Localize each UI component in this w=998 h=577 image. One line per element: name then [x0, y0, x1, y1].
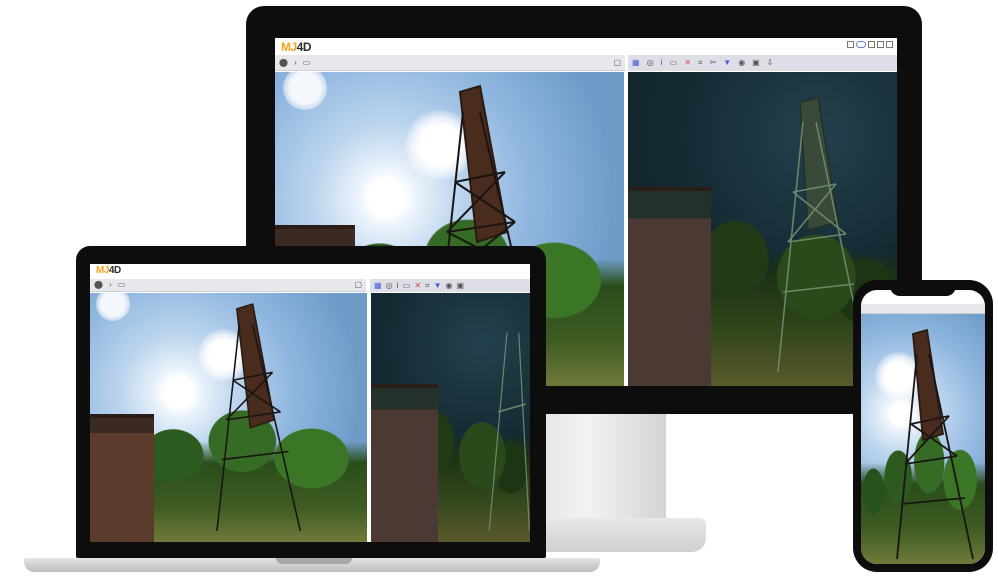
expand-icon[interactable]: ▢ — [354, 281, 362, 289]
target-icon[interactable]: ◎ — [647, 59, 654, 67]
app-logo: MJ4D — [281, 40, 312, 54]
minimize-icon[interactable] — [847, 41, 854, 48]
pin-icon[interactable]: ⬤ — [94, 281, 103, 289]
app-logo: MJ4D — [96, 265, 121, 276]
laptop-notch — [276, 558, 352, 564]
close-icon[interactable]: ✕ — [414, 281, 421, 290]
expand-icon[interactable]: ▢ — [613, 58, 621, 67]
original-photo[interactable] — [861, 314, 985, 564]
logo-text-primary: MJ — [281, 40, 297, 54]
ruler-icon[interactable]: ▭ — [403, 281, 411, 290]
scissors-icon[interactable]: ✂ — [710, 59, 717, 67]
eye-icon[interactable]: ◉ — [738, 59, 745, 67]
crop-icon[interactable]: ⌗ — [425, 281, 430, 290]
drop-icon[interactable]: ▼ — [434, 281, 442, 290]
logo-text-primary: MJ — [96, 265, 109, 276]
right-toolbar: ▦ ◎ ⅰ ▭ ✕ ⌗ ▼ ◉ ▣ — [370, 279, 530, 292]
window-controls — [847, 41, 893, 48]
dark-fire-tower — [488, 332, 530, 531]
arrow-icon[interactable]: › — [109, 281, 112, 289]
left-toolbar: ⬤ › ▭ ▢ — [90, 279, 366, 292]
original-photo[interactable] — [90, 293, 367, 542]
close-icon[interactable]: ✕ — [684, 59, 691, 67]
logo-text-secondary: 4D — [108, 265, 121, 276]
processed-photo[interactable] — [371, 293, 530, 542]
fire-tower — [896, 328, 974, 560]
download-icon[interactable]: ⇩ — [767, 59, 774, 67]
restore-icon[interactable] — [877, 41, 884, 48]
info-icon[interactable]: ⅰ — [397, 281, 399, 290]
grid-icon[interactable]: ▦ — [632, 59, 640, 67]
layers-icon[interactable]: ▣ — [752, 59, 760, 67]
drop-icon[interactable]: ▼ — [723, 59, 731, 67]
layers-icon[interactable]: ▣ — [456, 281, 464, 290]
arrow-icon[interactable]: › — [294, 58, 297, 67]
eye-icon[interactable]: ◉ — [445, 281, 452, 290]
image-icon[interactable]: ▭ — [303, 58, 311, 67]
target-icon[interactable]: ◎ — [386, 281, 393, 290]
cloud-icon[interactable] — [856, 41, 866, 48]
logo-text-secondary: 4D — [296, 40, 312, 54]
maximize-icon[interactable] — [868, 41, 875, 48]
image-icon[interactable]: ▭ — [118, 281, 126, 289]
ruler-icon[interactable]: ▭ — [670, 59, 678, 67]
phone-toolbar — [861, 304, 985, 314]
crop-icon[interactable]: ⌗ — [698, 59, 703, 67]
info-icon[interactable]: ⅰ — [661, 59, 663, 67]
grid-icon[interactable]: ▦ — [374, 281, 382, 290]
phone-screen — [861, 290, 985, 564]
phone-notch — [890, 284, 956, 296]
laptop-screen: MJ4D ⬤ › ▭ ▢ ▦ ◎ ⅰ ▭ ✕ ⌗ ▼ ◉ ▣ — [90, 264, 530, 542]
close-window-icon[interactable] — [886, 41, 893, 48]
right-toolbar: ▦ ◎ ⅰ ▭ ✕ ⌗ ✂ ▼ ◉ ▣ ⇩ — [628, 55, 897, 71]
left-toolbar: ⬤ › ▭ ▢ — [275, 55, 625, 71]
fire-tower — [216, 303, 302, 532]
pin-icon[interactable]: ⬤ — [279, 58, 288, 67]
